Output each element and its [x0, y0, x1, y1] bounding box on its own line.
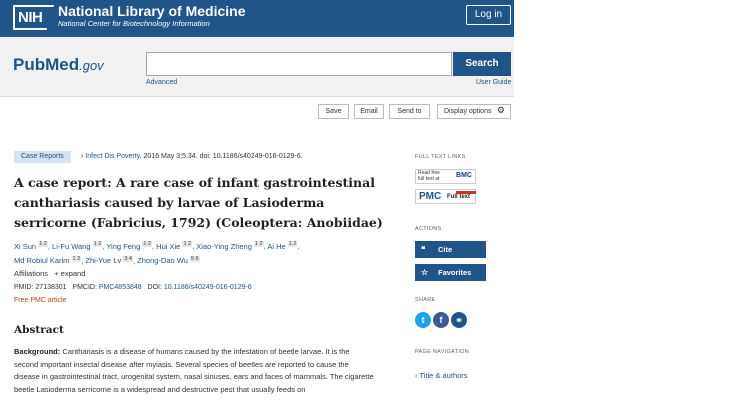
- display-options-button[interactable]: Display options ⚙: [437, 104, 511, 119]
- journal-citation: › Infect Dis Poverty. 2016 May 3;5:34. d…: [81, 151, 303, 163]
- expand-toggle[interactable]: + expand: [54, 269, 85, 278]
- author-affiliation-ref[interactable]: 1 2: [142, 241, 152, 247]
- author-link[interactable]: Zhong-Dao Wu 5 6: [137, 255, 200, 265]
- bmc-full-text-link[interactable]: Read free full text at BMC: [415, 169, 476, 184]
- favorites-button[interactable]: ☆ Favorites: [415, 264, 486, 281]
- author-name: Zhong-Dao Wu: [137, 256, 188, 265]
- abstract-background-text: Canthariasis is a disease of humans caus…: [14, 347, 374, 394]
- author-link[interactable]: Hui Xie 1 2: [156, 241, 193, 251]
- cite-button[interactable]: ❝ Cite: [415, 241, 486, 258]
- pmid-value: 27138301: [35, 284, 67, 291]
- author-affiliation-ref[interactable]: 3 4: [123, 255, 133, 262]
- pmc-full-text-link[interactable]: PMC Full text: [415, 189, 476, 204]
- affiliations-label: Affiliations: [14, 269, 49, 278]
- pubmed-logo-pub: Pub: [13, 55, 46, 74]
- doi-label: DOI:: [147, 284, 162, 291]
- title-authors-label: Title & authors: [419, 371, 468, 380]
- actions-heading: ACTIONS: [415, 226, 442, 232]
- nih-logo[interactable]: NIH: [13, 5, 54, 30]
- chevron-right-icon: ›: [81, 153, 84, 160]
- author-name: Ai He: [267, 241, 286, 251]
- send-to-button[interactable]: Send to: [389, 104, 430, 119]
- login-button[interactable]: Log in: [466, 5, 511, 25]
- author-link[interactable]: Zhi-Yue Lv 3 4: [85, 255, 133, 265]
- cite-label: Cite: [438, 245, 453, 254]
- doi-link[interactable]: 10.1186/s40249-016-0129-6: [164, 284, 252, 291]
- author-name: Md Robiul Karim: [14, 256, 70, 265]
- pubmed-logo-med: Med: [45, 55, 80, 74]
- pubmed-logo-gov: .gov: [79, 58, 104, 73]
- authors-list: Xi Sun 1 2, Li-Fu Wang 1 2, Ying Feng 1 …: [14, 241, 300, 265]
- author-name: Xiao-Ying Zheng: [196, 241, 252, 251]
- quote-icon: ❝: [421, 245, 426, 254]
- email-button[interactable]: Email: [354, 104, 384, 119]
- author-affiliation-ref[interactable]: 1 2: [92, 241, 103, 247]
- free-pmc-article-badge: Free PMC article: [14, 297, 67, 304]
- star-icon: ☆: [421, 268, 429, 277]
- author-link[interactable]: Ai He 1 2: [267, 241, 298, 251]
- author-affiliation-ref[interactable]: 1 2: [38, 241, 48, 247]
- author-name: Li-Fu Wang: [52, 241, 91, 251]
- user-guide-link[interactable]: User Guide: [476, 79, 511, 86]
- save-button[interactable]: Save: [318, 104, 349, 119]
- permalink-icon[interactable]: ⚭: [451, 312, 467, 328]
- plus-icon: +: [54, 269, 59, 278]
- full-text-links-heading: FULL TEXT LINKS: [415, 154, 466, 160]
- nih-logo-text: NIH: [18, 9, 43, 26]
- author-name: Xi Sun: [14, 241, 37, 251]
- article-title: A case report: A rare case of infant gas…: [14, 175, 383, 230]
- identifiers-row: PMID: 27138301 PMCID: PMC4853848 DOI: 10…: [14, 284, 252, 291]
- abstract-heading: Abstract: [14, 324, 64, 336]
- author-link[interactable]: Md Robiul Karim 1 2: [14, 255, 82, 265]
- pmc-full-text-label: Full text: [447, 194, 471, 200]
- author-affiliation-ref[interactable]: 1 2: [287, 241, 298, 247]
- search-header: PubMed.gov Search Advanced User Guide: [0, 37, 514, 97]
- author-link[interactable]: Xiao-Ying Zheng 1 2: [196, 241, 264, 251]
- nlm-subtitle: National Center for Biotechnology Inform…: [58, 19, 210, 28]
- share-heading: SHARE: [415, 297, 436, 303]
- search-input[interactable]: [146, 52, 452, 76]
- affiliations-row: Affiliations + expand: [14, 269, 85, 278]
- expand-label: expand: [60, 269, 86, 278]
- author-affiliation-ref[interactable]: 1 2: [182, 241, 193, 247]
- favorites-label: Favorites: [438, 268, 472, 277]
- pubmed-page: NIH National Library of Medicine Nationa…: [0, 0, 514, 400]
- search-button[interactable]: Search: [453, 52, 511, 76]
- nih-header: NIH National Library of Medicine Nationa…: [0, 0, 514, 37]
- author-affiliation-ref[interactable]: 1 2: [253, 241, 264, 247]
- author-link[interactable]: Li-Fu Wang 1 2: [52, 241, 103, 251]
- citation-text: . 2016 May 3;5:34. doi: 10.1186/s40249-0…: [139, 153, 303, 160]
- facebook-icon[interactable]: f: [433, 312, 449, 328]
- journal-link[interactable]: Infect Dis Poverty: [85, 153, 139, 160]
- author-name: Zhi-Yue Lv: [85, 256, 122, 265]
- advanced-search-link[interactable]: Advanced: [146, 79, 177, 86]
- twitter-icon[interactable]: t: [415, 312, 431, 328]
- nlm-title[interactable]: National Library of Medicine: [58, 3, 245, 19]
- author-name: Hui Xie: [156, 241, 181, 251]
- title-authors-nav-link[interactable]: ‹ Title & authors: [415, 371, 468, 380]
- pmid-label: PMID:: [14, 284, 34, 291]
- abstract-background: Background: Canthariasis is a disease of…: [14, 346, 374, 396]
- pmcid-label: PMCID:: [72, 284, 97, 291]
- abstract-background-label: Background:: [14, 347, 61, 356]
- pubmed-logo[interactable]: PubMed.gov: [13, 55, 104, 75]
- article-type-badge[interactable]: Case Reports: [14, 151, 71, 163]
- author-affiliation-ref[interactable]: 5 6: [189, 255, 200, 262]
- bmc-logo: BMC: [456, 172, 472, 179]
- page-navigation-heading: PAGE NAVIGATION: [415, 349, 470, 355]
- author-link[interactable]: Xi Sun 1 2: [14, 241, 48, 251]
- display-options-label: Display options: [444, 108, 492, 115]
- author-affiliation-ref[interactable]: 1 2: [71, 255, 82, 262]
- gear-icon: ⚙: [496, 105, 505, 115]
- pmc-logo: PMC: [419, 191, 442, 202]
- author-link[interactable]: Ying Feng 1 2: [106, 241, 152, 251]
- chevron-left-icon: ‹: [415, 371, 418, 380]
- author-name: Ying Feng: [106, 241, 141, 251]
- pmcid-link[interactable]: PMC4853848: [99, 284, 142, 291]
- bmc-link-text: Read free full text at: [418, 170, 440, 182]
